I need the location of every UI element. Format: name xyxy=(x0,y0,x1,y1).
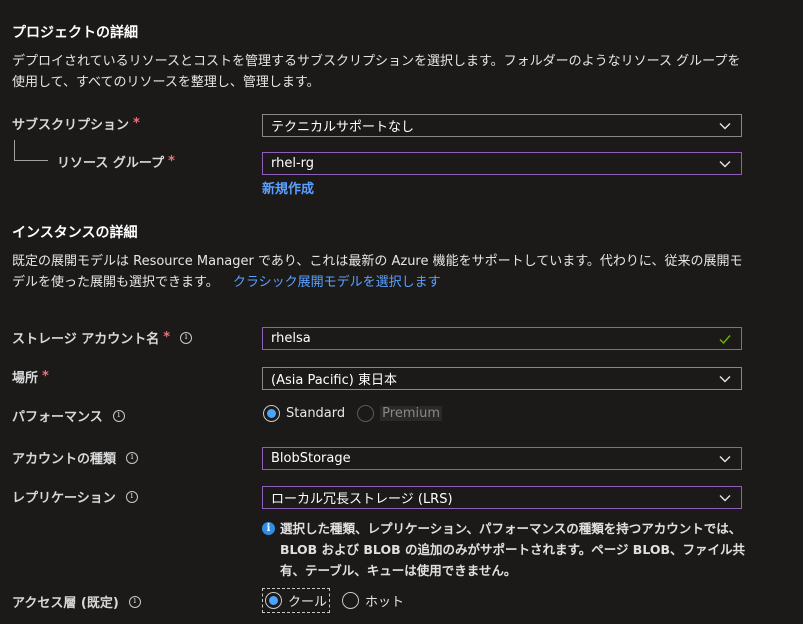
storage-account-name-input[interactable]: rhelsa xyxy=(262,327,742,350)
resource-group-select[interactable]: rhel-rg xyxy=(262,152,742,175)
tree-connector-horizontal xyxy=(14,160,48,161)
classic-deployment-link[interactable]: クラシック展開モデルを選択します xyxy=(233,275,441,290)
access-tier-hot-label: ホット xyxy=(365,595,405,610)
chevron-down-icon xyxy=(719,495,731,502)
account-kind-value: BlobStorage xyxy=(271,451,351,466)
storage-account-name-label: ストレージ アカウント名 * i xyxy=(12,328,193,347)
replication-note: i 選択した種類、レプリケーション、パフォーマンスの種類を持つアカウントでは、B… xyxy=(262,518,750,581)
replication-label: レプリケーション i xyxy=(12,487,138,506)
instance-details-description: 既定の展開モデルは Resource Manager であり、これは最新の Az… xyxy=(12,254,743,290)
location-select[interactable]: (Asia Pacific) 東日本 xyxy=(262,367,742,390)
required-mark: * xyxy=(168,154,175,169)
resource-group-label: リソース グループ * xyxy=(57,154,175,171)
access-tier-cool-option[interactable]: クール xyxy=(262,588,331,613)
info-icon[interactable]: i xyxy=(180,331,193,344)
replication-note-text: 選択した種類、レプリケーション、パフォーマンスの種類を持つアカウントでは、BLO… xyxy=(280,521,746,578)
subscription-label: サブスクリプション * xyxy=(12,116,140,133)
performance-standard-label: Standard xyxy=(286,406,346,421)
access-tier-cool-radio[interactable] xyxy=(265,592,282,609)
performance-standard-radio[interactable] xyxy=(263,405,280,422)
chevron-down-icon xyxy=(719,161,731,168)
access-tier-radio-group: クール ホット xyxy=(262,588,404,613)
info-icon[interactable]: i xyxy=(126,451,139,464)
required-mark: * xyxy=(42,369,49,384)
performance-label: パフォーマンス i xyxy=(12,406,125,425)
location-label: 場所 * xyxy=(12,369,49,386)
instance-details-heading: インスタンスの詳細 xyxy=(12,225,138,241)
performance-radio-group: Standard Premium xyxy=(263,405,443,422)
project-details-description: デプロイされているリソースとコストを管理するサブスクリプションを選択します。フォ… xyxy=(12,54,741,90)
info-icon[interactable]: i xyxy=(112,409,125,422)
chevron-down-icon xyxy=(719,376,731,383)
account-kind-select[interactable]: BlobStorage xyxy=(262,447,742,470)
tree-connector-vertical xyxy=(14,140,15,160)
performance-premium-radio[interactable] xyxy=(357,405,375,422)
project-details-heading: プロジェクトの詳細 xyxy=(12,25,138,41)
performance-premium-label: Premium xyxy=(380,406,443,421)
replication-select[interactable]: ローカル冗長ストレージ (LRS) xyxy=(262,486,742,509)
subscription-select[interactable]: テクニカルサポートなし xyxy=(262,114,742,137)
access-tier-cool-label: クール xyxy=(288,595,328,610)
replication-value: ローカル冗長ストレージ (LRS) xyxy=(271,492,453,507)
info-icon[interactable]: i xyxy=(125,490,138,503)
info-icon: i xyxy=(262,522,275,535)
chevron-down-icon xyxy=(719,123,731,130)
location-value: (Asia Pacific) 東日本 xyxy=(271,373,397,388)
access-tier-label: アクセス層 (既定) i xyxy=(12,592,141,611)
account-kind-label: アカウントの種類 i xyxy=(12,448,139,467)
create-new-link[interactable]: 新規作成 xyxy=(262,178,314,197)
access-tier-hot-radio[interactable] xyxy=(342,592,360,609)
check-icon xyxy=(719,335,731,345)
chevron-down-icon xyxy=(719,456,731,463)
subscription-value: テクニカルサポートなし xyxy=(271,120,415,135)
required-mark: * xyxy=(133,116,140,131)
storage-account-name-value: rhelsa xyxy=(271,331,311,346)
required-mark: * xyxy=(163,330,171,345)
resource-group-value: rhel-rg xyxy=(271,156,315,171)
info-icon[interactable]: i xyxy=(128,595,141,608)
